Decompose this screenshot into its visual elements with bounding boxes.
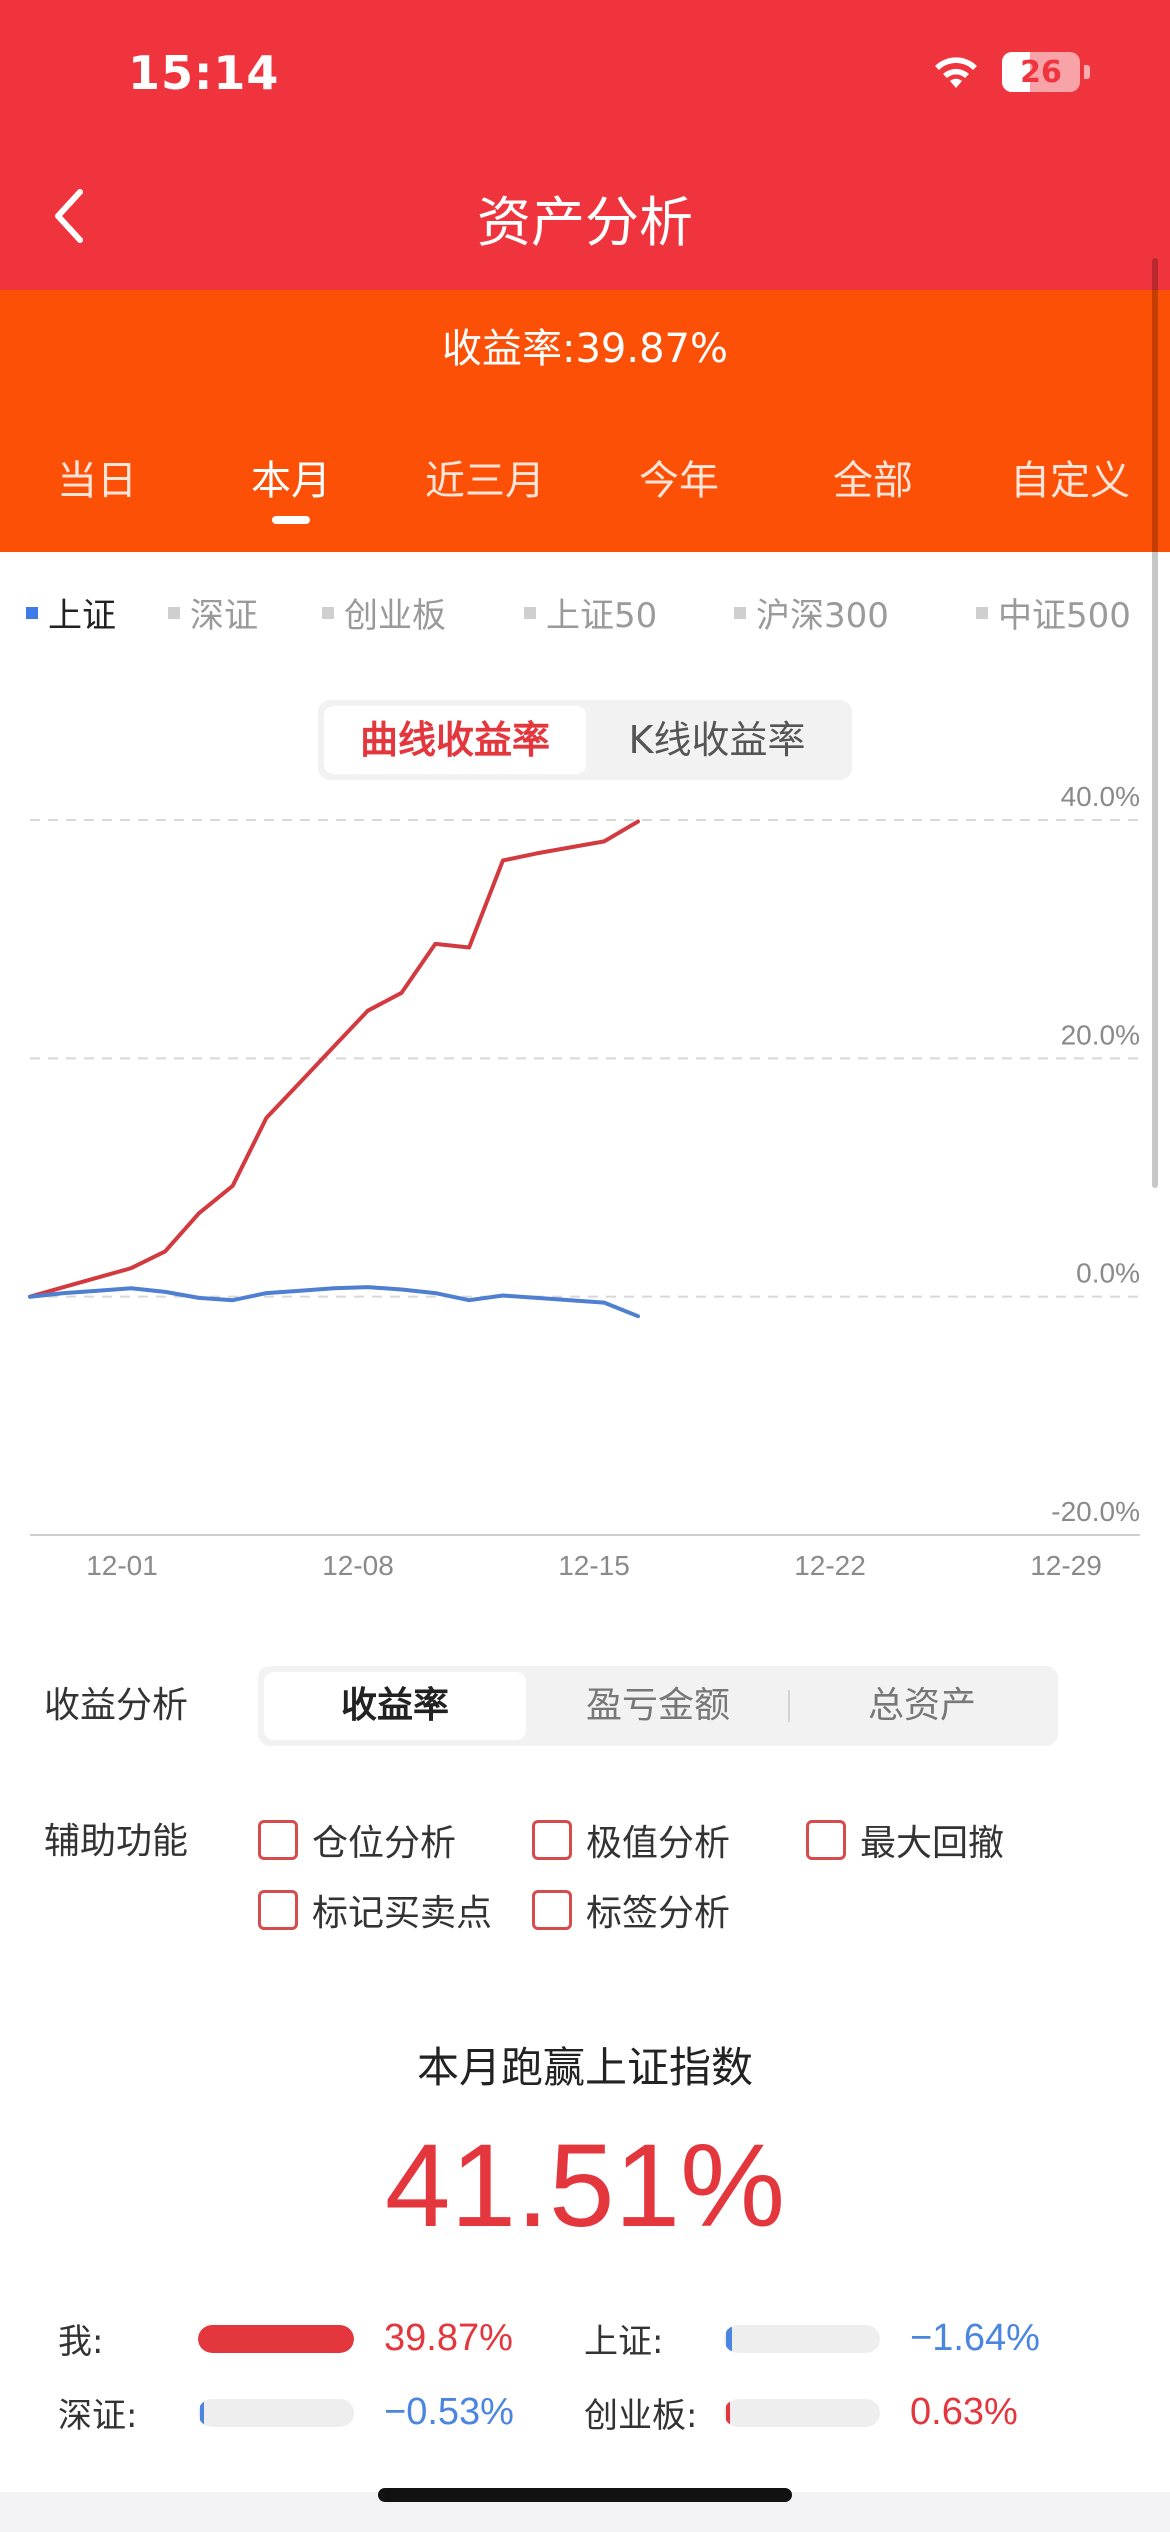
- legend-square-icon: [322, 606, 334, 619]
- analysis-total-assets-option[interactable]: 总资产: [792, 1672, 1052, 1740]
- legend-square-icon: [976, 606, 988, 619]
- index-shanghai[interactable]: 上证: [26, 588, 116, 637]
- home-indicator: [378, 2488, 792, 2502]
- x-tick-label: 12-01: [86, 1550, 158, 1581]
- x-tick-label: 12-15: [558, 1550, 630, 1581]
- comparison-bar: [724, 2324, 880, 2353]
- aux-position-analysis[interactable]: 仓位分析: [258, 1814, 456, 1866]
- legend-square-icon: [524, 606, 536, 619]
- battery-level: 26: [1020, 54, 1062, 90]
- legend-square-icon: [734, 606, 746, 619]
- comparison-bar-fill: [198, 2324, 354, 2353]
- y-tick-label: -20.0%: [1051, 1496, 1140, 1527]
- beat-index-title: 本月跑赢上证指数: [416, 2043, 753, 2092]
- tab-today[interactable]: 当日: [0, 448, 194, 506]
- comparison-name: 创业板:: [584, 2396, 698, 2436]
- checkbox[interactable]: [258, 1890, 298, 1930]
- checkbox[interactable]: [806, 1820, 846, 1860]
- aux-label: 辅助功能: [44, 1821, 189, 1862]
- comparison-shenzhen: 深证: −0.53%: [58, 2388, 514, 2437]
- comparison-value: 39.87%: [384, 2317, 513, 2359]
- comparison-bar: [724, 2398, 880, 2427]
- analysis-yield-option[interactable]: 收益率: [264, 1672, 526, 1740]
- index-selector: 上证 深证 创业板 上证50 沪深300 中证500: [0, 588, 1170, 638]
- comparison-name: 深证:: [58, 2396, 138, 2436]
- index-yield-line: [28, 1285, 640, 1319]
- chart-type-toggle: 曲线收益率 K线收益率: [318, 700, 852, 780]
- segment-divider: [788, 1690, 790, 1722]
- legend-square-icon: [26, 606, 38, 619]
- comparison-value: −0.53%: [384, 2391, 514, 2433]
- tab-custom[interactable]: 自定义: [970, 448, 1170, 506]
- tab-this-year[interactable]: 今年: [582, 448, 776, 506]
- y-tick-label: 20.0%: [1061, 1019, 1140, 1050]
- checkbox[interactable]: [532, 1820, 572, 1860]
- comparison-value: 0.63%: [910, 2391, 1018, 2433]
- analysis-selector: 收益率 盈亏金额 总资产: [258, 1666, 1058, 1746]
- checkbox[interactable]: [532, 1890, 572, 1930]
- aux-tag-analysis[interactable]: 标签分析: [532, 1884, 730, 1936]
- comparison-bar-fill: [726, 2324, 732, 2353]
- x-tick-label: 12-22: [794, 1550, 866, 1581]
- comparison-name: 上证:: [584, 2322, 664, 2362]
- comparison-bar: [198, 2324, 354, 2353]
- analysis-pnl-option[interactable]: 盈亏金额: [528, 1672, 788, 1740]
- legend-square-icon: [168, 606, 180, 619]
- aux-mark-trades[interactable]: 标记买卖点: [258, 1884, 492, 1936]
- x-tick-label: 12-08: [322, 1550, 394, 1581]
- curve-yield-option[interactable]: 曲线收益率: [324, 706, 586, 774]
- index-csi500[interactable]: 中证500: [976, 588, 1131, 637]
- comparison-bar-fill: [726, 2398, 730, 2427]
- scrollbar[interactable]: [1152, 258, 1158, 1188]
- aux-max-drawdown[interactable]: 最大回撤: [806, 1814, 1004, 1866]
- checkbox[interactable]: [258, 1820, 298, 1860]
- analysis-label: 收益分析: [44, 1685, 189, 1726]
- index-csi300[interactable]: 沪深300: [734, 588, 889, 637]
- yield-summary: 收益率:39.87%: [442, 326, 728, 372]
- x-tick-label: 12-29: [1030, 1550, 1102, 1581]
- y-tick-label: 0.0%: [1076, 1258, 1140, 1289]
- beat-index-value: 41.51%: [384, 2120, 786, 2252]
- comparison-value: −1.64%: [910, 2317, 1040, 2359]
- y-tick-label: 40.0%: [1061, 781, 1140, 812]
- page-title: 资产分析: [477, 191, 693, 254]
- aux-extreme-analysis[interactable]: 极值分析: [532, 1814, 730, 1866]
- index-sse50[interactable]: 上证50: [524, 588, 657, 637]
- comparison-bar: [198, 2398, 354, 2427]
- wifi-icon: [935, 57, 977, 88]
- status-time: 15:14: [128, 46, 280, 100]
- comparison-shanghai: 上证: −1.64%: [584, 2314, 1040, 2363]
- index-shenzhen[interactable]: 深证: [168, 588, 258, 637]
- kline-yield-option[interactable]: K线收益率: [588, 706, 846, 774]
- tab-three-months[interactable]: 近三月: [388, 448, 582, 506]
- battery-icon: 26: [1002, 52, 1080, 92]
- tab-this-month[interactable]: 本月: [194, 448, 388, 506]
- comparison-bar-fill: [200, 2398, 204, 2427]
- status-icons: 26: [928, 52, 1090, 92]
- active-tab-indicator: [272, 516, 310, 524]
- yield-chart: 40.0% 20.0% 0.0% -20.0% 12-01 12-08 12-15 12-22…: [28, 781, 1140, 1581]
- comparison-me: 我: 39.87%: [58, 2314, 513, 2363]
- period-tabs: 当日 本月 近三月 今年 全部 自定义: [0, 448, 1170, 508]
- comparison-chinext: 创业板: 0.63%: [584, 2388, 1018, 2437]
- tab-all[interactable]: 全部: [776, 448, 970, 506]
- comparison-name: 我:: [58, 2322, 104, 2362]
- index-chinext[interactable]: 创业板: [322, 588, 446, 637]
